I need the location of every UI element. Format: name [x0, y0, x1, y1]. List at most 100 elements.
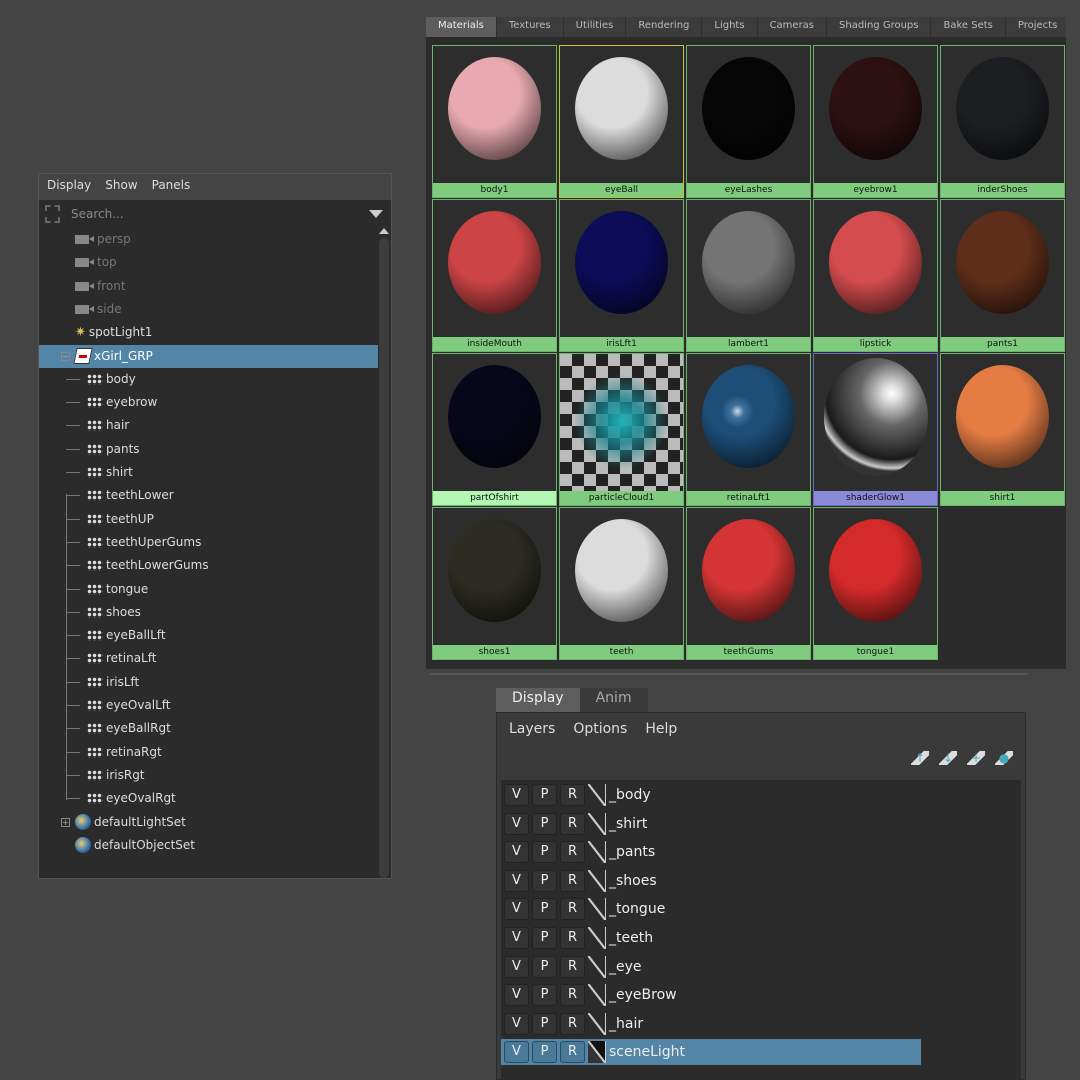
- material-swatch[interactable]: eyeLashes: [686, 45, 811, 198]
- layer-color-swatch[interactable]: [588, 955, 606, 978]
- reference-toggle[interactable]: R: [560, 984, 585, 1007]
- layer-row[interactable]: V P R _tongue: [501, 896, 921, 922]
- layer-row[interactable]: V P R _body: [501, 782, 921, 808]
- playback-toggle[interactable]: P: [532, 1041, 557, 1064]
- outliner-item[interactable]: retinaRgt: [39, 741, 378, 764]
- select-filter-icon[interactable]: [45, 205, 60, 223]
- material-swatch[interactable]: tongue1: [813, 507, 938, 660]
- outliner-item[interactable]: pants: [39, 438, 378, 461]
- material-swatch[interactable]: irisLft1: [559, 199, 684, 352]
- visibility-toggle[interactable]: V: [504, 1041, 529, 1064]
- material-swatch[interactable]: inderShoes: [940, 45, 1065, 198]
- visibility-toggle[interactable]: V: [504, 927, 529, 949]
- scroll-up-icon[interactable]: [379, 228, 389, 234]
- menu-options[interactable]: Options: [573, 721, 627, 737]
- tab-rendering[interactable]: Rendering: [626, 17, 703, 37]
- outliner-item[interactable]: teethUP: [39, 508, 378, 531]
- expand-icon[interactable]: +: [61, 817, 70, 827]
- material-swatch[interactable]: shaderGlow1: [813, 353, 938, 506]
- material-swatch[interactable]: partOfshirt: [432, 353, 557, 506]
- outliner-item[interactable]: − xGirl_GRP: [39, 344, 378, 368]
- outliner-item[interactable]: + defaultLightSet: [39, 811, 378, 834]
- material-swatch[interactable]: eyeBall: [559, 45, 684, 198]
- visibility-toggle[interactable]: V: [504, 869, 529, 892]
- visibility-toggle[interactable]: V: [504, 784, 529, 806]
- outliner-item[interactable]: front: [39, 275, 378, 298]
- material-swatch[interactable]: lipstick: [813, 199, 938, 352]
- material-swatch[interactable]: eyebrow1: [813, 45, 938, 198]
- outliner-item[interactable]: shoes: [39, 601, 378, 624]
- layer-row[interactable]: V P R _eyeBrow: [501, 982, 921, 1008]
- outliner-item[interactable]: side: [39, 298, 378, 321]
- playback-toggle[interactable]: P: [532, 984, 557, 1007]
- outliner-item[interactable]: defaultObjectSet: [39, 834, 378, 857]
- outliner-item[interactable]: teethLowerGums: [39, 554, 378, 577]
- layer-row[interactable]: V P R _eye: [501, 954, 921, 980]
- layer-color-swatch[interactable]: [588, 784, 606, 806]
- reference-toggle[interactable]: R: [560, 1012, 585, 1035]
- outliner-item[interactable]: irisLft: [39, 671, 378, 694]
- reference-toggle[interactable]: R: [560, 841, 585, 864]
- material-swatch[interactable]: particleCloud1: [559, 353, 684, 506]
- outliner-item[interactable]: eyebrow: [39, 391, 378, 414]
- visibility-toggle[interactable]: V: [504, 984, 529, 1007]
- outliner-item[interactable]: shirt: [39, 461, 378, 484]
- material-swatch[interactable]: body1: [432, 45, 557, 198]
- layer-color-swatch[interactable]: [588, 984, 606, 1007]
- move-layer-up-icon[interactable]: ↑: [911, 751, 929, 765]
- new-layer-from-selected-icon[interactable]: ●: [995, 751, 1013, 765]
- layer-color-swatch[interactable]: [588, 812, 606, 835]
- playback-toggle[interactable]: P: [532, 927, 557, 949]
- tab-anim[interactable]: Anim: [579, 688, 648, 712]
- outliner-item[interactable]: hair: [39, 414, 378, 437]
- layer-color-swatch[interactable]: [588, 1012, 606, 1035]
- material-swatch[interactable]: lambert1: [686, 199, 811, 352]
- outliner-item[interactable]: teethLower: [39, 484, 378, 507]
- tab-materials[interactable]: Materials: [426, 17, 497, 37]
- playback-toggle[interactable]: P: [532, 784, 557, 806]
- menu-help[interactable]: Help: [645, 721, 677, 737]
- reference-toggle[interactable]: R: [560, 784, 585, 806]
- outliner-item[interactable]: eyeOvalLft: [39, 694, 378, 717]
- collapse-icon[interactable]: −: [61, 351, 70, 361]
- layer-row[interactable]: V P R _shoes: [501, 868, 921, 894]
- material-swatch[interactable]: pants1: [940, 199, 1065, 352]
- visibility-toggle[interactable]: V: [504, 898, 529, 921]
- visibility-toggle[interactable]: V: [504, 955, 529, 978]
- outliner-item[interactable]: tongue: [39, 578, 378, 601]
- tab-projects[interactable]: Projects: [1006, 17, 1066, 37]
- layer-color-swatch[interactable]: [588, 927, 606, 949]
- new-layer-icon[interactable]: +: [967, 751, 985, 765]
- tab-textures[interactable]: Textures: [497, 17, 564, 37]
- search-input[interactable]: Search...: [67, 204, 388, 225]
- playback-toggle[interactable]: P: [532, 898, 557, 921]
- outliner-item[interactable]: ✷ spotLight1: [39, 321, 378, 344]
- layer-row[interactable]: V P RsceneLight: [501, 1039, 921, 1066]
- menu-layers[interactable]: Layers: [509, 721, 555, 737]
- visibility-toggle[interactable]: V: [504, 841, 529, 864]
- visibility-toggle[interactable]: V: [504, 1012, 529, 1035]
- move-layer-down-icon[interactable]: ↓: [939, 751, 957, 765]
- layer-color-swatch[interactable]: [588, 1041, 606, 1064]
- menu-show[interactable]: Show: [105, 178, 137, 196]
- tab-lights[interactable]: Lights: [702, 17, 758, 37]
- outliner-item[interactable]: eyeBallLft: [39, 624, 378, 647]
- layer-row[interactable]: V P R _pants: [501, 839, 921, 865]
- material-swatch[interactable]: teeth: [559, 507, 684, 660]
- layer-color-swatch[interactable]: [588, 869, 606, 892]
- tab-utilities[interactable]: Utilities: [564, 17, 627, 37]
- visibility-toggle[interactable]: V: [504, 812, 529, 835]
- material-swatch[interactable]: shirt1: [940, 353, 1065, 506]
- material-swatch[interactable]: insideMouth: [432, 199, 557, 352]
- tab-display[interactable]: Display: [496, 688, 580, 712]
- reference-toggle[interactable]: R: [560, 927, 585, 949]
- playback-toggle[interactable]: P: [532, 1012, 557, 1035]
- outliner-item[interactable]: retinaLft: [39, 647, 378, 670]
- layer-row[interactable]: V P R _shirt: [501, 811, 921, 837]
- tab-bake-sets[interactable]: Bake Sets: [931, 17, 1006, 37]
- reference-toggle[interactable]: R: [560, 898, 585, 921]
- menu-panels[interactable]: Panels: [152, 178, 191, 196]
- outliner-item[interactable]: persp: [39, 228, 378, 251]
- playback-toggle[interactable]: P: [532, 869, 557, 892]
- outliner-item[interactable]: top: [39, 251, 378, 274]
